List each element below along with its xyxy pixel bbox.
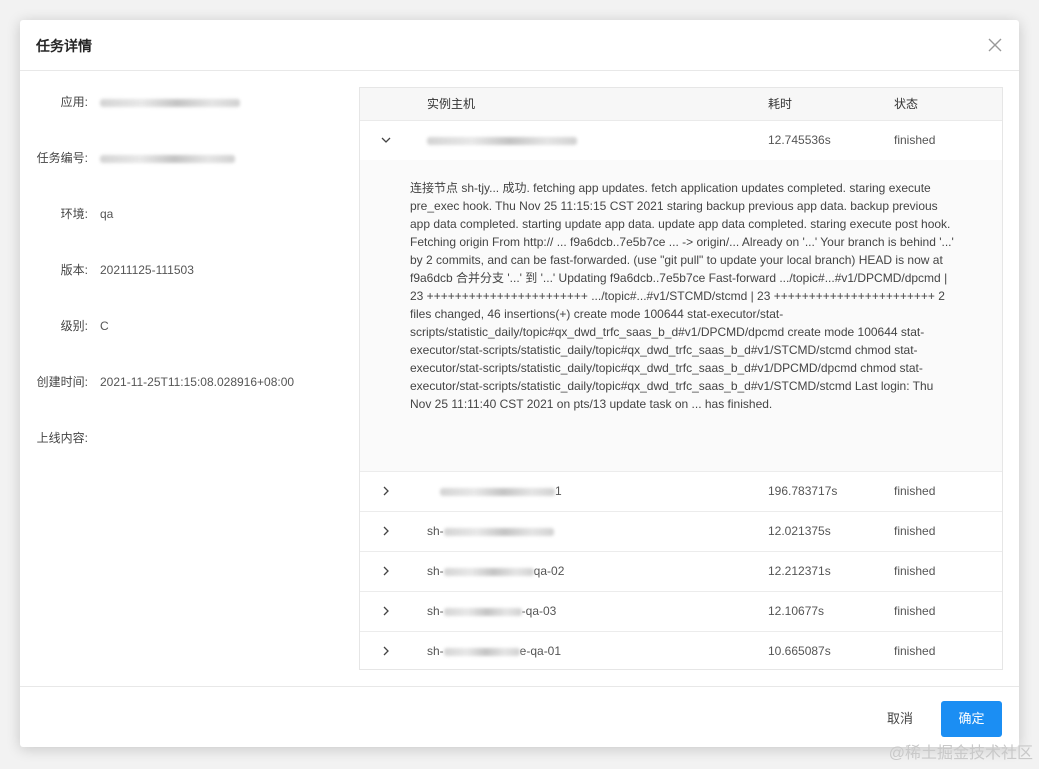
dialog-title: 任务详情	[36, 38, 92, 54]
field-label: 任务编号:	[36, 151, 88, 165]
chevron-right-icon[interactable]	[380, 645, 392, 657]
chevron-down-icon[interactable]	[380, 134, 392, 146]
host-name: sh-	[427, 511, 554, 551]
host-name-redacted	[427, 120, 577, 160]
task-detail-dialog: 任务详情 应用: 任务编号: 环境: qa 版本: 20211125-11150…	[20, 20, 1019, 747]
host-name: 1	[440, 471, 562, 511]
cancel-button[interactable]: 取消	[870, 701, 930, 737]
field-label: 应用:	[60, 95, 88, 109]
host-name-text: sh-	[427, 524, 444, 538]
status-cell: finished	[894, 604, 936, 618]
field-value: 2021-11-25T11:15:08.028916+08:00	[100, 375, 295, 389]
table-row[interactable]: sh-e-qa-01 10.665087s finished	[360, 631, 1002, 671]
host-name-text: sh-	[427, 564, 444, 578]
status-cell: finished	[894, 564, 936, 578]
dialog-header: 任务详情	[20, 20, 1019, 71]
duration-cell: 12.10677s	[768, 604, 825, 618]
field-env: 环境: qa	[20, 204, 114, 224]
ok-button[interactable]: 确定	[941, 701, 1002, 737]
duration-cell: 12.212371s	[768, 564, 831, 578]
field-label: 环境:	[60, 207, 88, 221]
host-name-text: 1	[555, 484, 562, 498]
host-name-text: sh-	[427, 644, 444, 658]
host-table: 实例主机 耗时 状态 12.745536s finished 连接节点 sh-t…	[359, 87, 1003, 670]
field-value: qa	[100, 207, 114, 221]
column-duration: 耗时	[768, 97, 793, 111]
host-name: sh-qa-02	[427, 551, 564, 591]
host-name-suffix: e-qa-01	[519, 644, 562, 658]
table-row[interactable]: sh-qa-02 12.212371s finished	[360, 551, 1002, 592]
expanded-log-panel: 连接节点 sh-tjy... 成功. fetching app updates.…	[360, 160, 1002, 472]
duration-cell: 196.783717s	[768, 484, 838, 498]
field-label: 创建时间:	[36, 375, 88, 389]
dialog-body: 应用: 任务编号: 环境: qa 版本: 20211125-111503 级别:…	[20, 71, 1019, 686]
field-label: 版本:	[60, 263, 88, 277]
table-row[interactable]: 12.745536s finished	[360, 120, 1002, 161]
duration-cell: 12.021375s	[768, 524, 831, 538]
chevron-right-icon[interactable]	[380, 485, 392, 497]
field-value-redacted	[100, 92, 240, 112]
host-name-suffix: -qa-03	[521, 604, 557, 618]
field-label: 级别:	[60, 319, 88, 333]
duration-cell: 12.745536s	[768, 133, 831, 147]
host-name-suffix: qa-02	[533, 564, 565, 578]
deploy-log-text: 连接节点 sh-tjy... 成功. fetching app updates.…	[410, 181, 954, 411]
field-version: 版本: 20211125-111503	[20, 260, 194, 280]
host-name: sh- -qa-03	[427, 591, 556, 631]
field-task-id: 任务编号:	[20, 148, 235, 168]
duration-cell: 10.665087s	[768, 644, 831, 658]
chevron-right-icon[interactable]	[380, 525, 392, 537]
field-release-content: 上线内容:	[20, 428, 88, 448]
watermark: @稀土掘金技术社区	[888, 745, 1033, 762]
host-name-text: sh-	[427, 604, 444, 618]
close-icon[interactable]	[985, 35, 1005, 55]
host-name: sh-e-qa-01	[427, 631, 561, 671]
field-app: 应用:	[20, 92, 240, 112]
table-row[interactable]: sh- -qa-03 12.10677s finished	[360, 591, 1002, 632]
table-row[interactable]: sh- 12.021375s finished	[360, 511, 1002, 552]
column-host: 实例主机	[427, 97, 476, 111]
chevron-right-icon[interactable]	[380, 605, 392, 617]
field-value: 20211125-111503	[100, 263, 194, 277]
field-value: C	[100, 319, 109, 333]
status-cell: finished	[894, 644, 936, 658]
field-created-time: 创建时间: 2021-11-25T11:15:08.028916+08:00	[20, 372, 294, 392]
table-header: 实例主机 耗时 状态	[360, 88, 1002, 121]
chevron-right-icon[interactable]	[380, 565, 392, 577]
field-label: 上线内容:	[36, 431, 88, 445]
dialog-footer: 取消 确定	[20, 686, 1019, 748]
column-status: 状态	[894, 97, 919, 111]
status-cell: finished	[894, 133, 936, 147]
status-cell: finished	[894, 524, 936, 538]
status-cell: finished	[894, 484, 936, 498]
table-row[interactable]: 1 196.783717s finished	[360, 471, 1002, 512]
field-level: 级别: C	[20, 316, 109, 336]
field-value-redacted	[100, 148, 235, 168]
